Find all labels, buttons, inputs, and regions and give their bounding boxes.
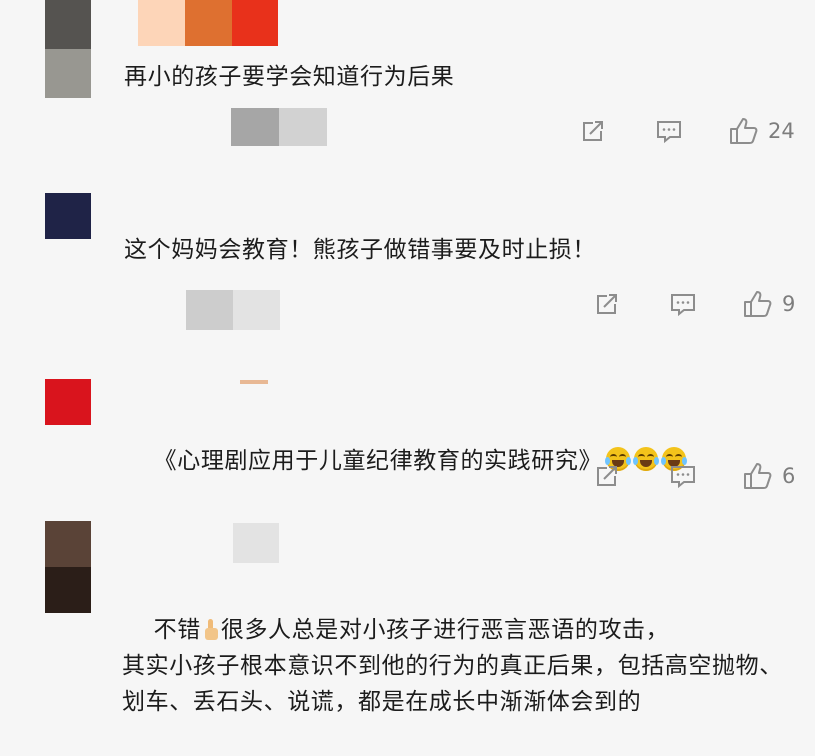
thumbs-up-icon [744,291,772,317]
like-button[interactable]: 24 [728,116,795,146]
like-count: 9 [782,291,796,316]
comment-actions: 24 [576,114,795,148]
comment-button[interactable] [666,290,700,318]
thumbs-up-emoji [203,618,219,640]
blurred-avatar[interactable] [45,193,91,239]
blurred-avatar[interactable] [45,521,91,613]
blurred-avatar[interactable] [45,379,91,425]
comment-4: 不错 很多人总是对小孩子进行恶言恶语的攻击， 其实小孩子根本意识不到他的行为的真正… [0,510,815,745]
comment-text: 再小的孩子要学会知道行为后果 [124,64,455,90]
thumbs-up-icon [744,463,772,489]
comment-icon [671,466,695,489]
comment-text: 不错 很多人总是对小孩子进行恶言恶语的攻击， 其实小孩子根本意识不到他的行为的真正… [122,576,794,756]
comment-actions: 9 [590,287,795,321]
repost-button[interactable] [590,290,624,318]
comment-3: 《心理剧应用于儿童纪律教育的实践研究》 6 [0,350,815,510]
like-count: 24 [768,118,795,143]
repost-icon [597,294,617,314]
blurred-username[interactable] [138,0,278,46]
comment-icon [657,121,681,144]
like-button[interactable]: 6 [742,461,795,491]
blurred-username[interactable] [233,523,279,563]
comment-button[interactable] [666,462,700,490]
comment-actions: 6 [590,459,795,493]
comment-body-rest: 很多人总是对小孩子进行恶言恶语的攻击， 其实小孩子根本意识不到他的行为的真正后果… [122,617,783,715]
like-button[interactable]: 9 [742,289,795,319]
comment-body: 《心理剧应用于儿童纪律教育的实践研究》 [153,448,603,474]
comment-text: 这个妈妈会教育！熊孩子做错事要及时止损！ [124,237,596,263]
comment-icon [671,294,695,317]
blurred-reply-info [186,290,280,330]
comment-1: 再小的孩子要学会知道行为后果 24 [0,0,815,175]
comment-button[interactable] [652,117,686,145]
repost-button[interactable] [576,117,610,145]
comment-body-start: 不错 [153,617,201,643]
repost-icon [597,466,617,486]
blurred-reply-info [231,108,327,146]
blurred-avatar[interactable] [45,0,91,98]
blurred-username[interactable] [240,380,268,384]
comment-2: 这个妈妈会教育！熊孩子做错事要及时止损！ 9 [0,175,815,350]
like-count: 6 [782,463,796,488]
repost-icon [583,121,603,141]
repost-button[interactable] [590,462,624,490]
thumbs-up-icon [730,118,758,144]
